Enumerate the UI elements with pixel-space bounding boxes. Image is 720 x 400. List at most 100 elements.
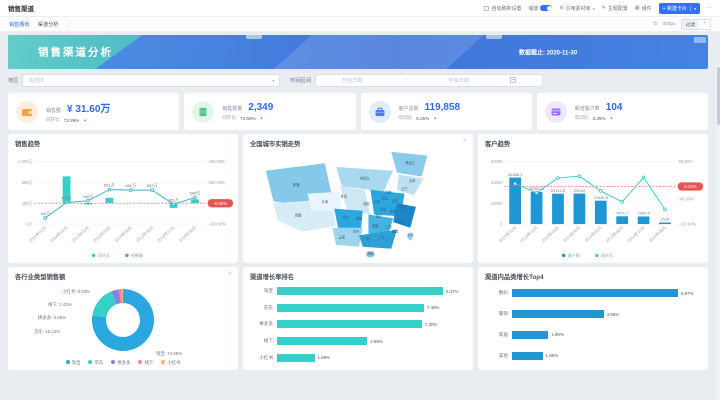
hbar-value: 8.37%	[446, 289, 458, 294]
hbar-row[interactable]: 数码 8.97%	[486, 289, 698, 297]
china-map-card: 全国城市实销走势 ✎ 新疆西藏青海甘肃内蒙古黑龙江吉林辽宁北京河北山西山东河南陕…	[243, 134, 473, 263]
refresh-icon[interactable]: ↻	[653, 22, 657, 27]
legend-item[interactable]: 京东	[88, 360, 103, 366]
svg-text:内蒙古: 内蒙古	[360, 175, 370, 180]
hbar-value: 7.30%	[425, 322, 437, 327]
hbar-row[interactable]: 淘宝 8.37%	[251, 287, 463, 295]
hbar-row[interactable]: 美妆 1.65%	[486, 352, 698, 360]
tab-more-icon[interactable]: ⋮	[67, 21, 72, 27]
tab-sales-board[interactable]: 销售看板	[9, 21, 30, 28]
date-start-placeholder: 开始日期	[342, 77, 363, 84]
svg-text:40000: 40000	[491, 180, 503, 185]
hbar-row[interactable]: 服饰 4.95%	[486, 310, 698, 318]
svg-text:河北: 河北	[381, 195, 388, 200]
hbar-row[interactable]: 京东 7.40%	[251, 304, 463, 312]
banner-stripe-shape	[274, 35, 484, 69]
legend-item[interactable]: 小红书	[161, 360, 180, 366]
topbar-actions: 自动刷新设置 缩放 ⊞ 引用素材库 ▾ ✎ 主题配置 ▦ 组件 + 新建卡片 ▾…	[484, 3, 712, 14]
svg-text:甘肃: 甘肃	[341, 193, 348, 198]
hbar-row[interactable]: 小红书 1.89%	[251, 354, 463, 362]
svg-text:44566.1: 44566.1	[508, 172, 523, 177]
trend-up-icon: ▲	[260, 116, 264, 120]
more-button[interactable]: ⋯	[707, 5, 712, 11]
library-label: 引用素材库	[566, 5, 591, 12]
vertical-scrollbar[interactable]	[716, 65, 720, 400]
legend-item[interactable]: 拼多多	[111, 360, 130, 366]
svg-text:2014年04月: 2014年04月	[91, 224, 111, 243]
growth-rank-chart[interactable]: 淘宝 8.37% 京东 7.40% 拼多多 7.30% 线下 4.55% 小红书…	[251, 283, 463, 366]
kpi-card-sales-amount: 销售额¥ 31.60万 同环比72.39%▲	[8, 93, 179, 130]
theme-label: 主题配置	[608, 5, 628, 12]
hbar-bar	[277, 304, 424, 312]
hbar-row[interactable]: 家居 1.96%	[486, 331, 698, 339]
svg-text:2014年04月: 2014年04月	[561, 224, 581, 243]
auto-refresh-checkbox[interactable]: 自动刷新设置	[484, 5, 521, 12]
china-map-chart[interactable]: 新疆西藏青海甘肃内蒙古黑龙江吉林辽宁北京河北山西山东河南陕西四川重庆湖北安徽江苏…	[245, 148, 471, 262]
sales-trend-card: 销售趋势 1,200万800万400万0万400.00%200.00%-200.…	[8, 134, 238, 263]
industry-donut-card: 各行业类型销售额 ✎ 淘宝: 74.65%小红书: 0.83%线下: 1.43%…	[8, 267, 238, 370]
banner-notch	[246, 35, 262, 39]
pencil-icon[interactable]: ✎	[463, 138, 467, 144]
svg-text:80.00%: 80.00%	[679, 159, 693, 164]
grid-icon: ⊞	[559, 5, 563, 11]
hbar-bar	[277, 354, 315, 362]
industry-donut-chart[interactable]: 淘宝: 74.65%小红书: 0.83%线下: 1.43%拼多多: 3.55%京…	[8, 279, 238, 370]
hbar-value: 1.65%	[546, 353, 558, 358]
checkbox-icon[interactable]	[484, 6, 489, 11]
svg-text:0: 0	[500, 222, 503, 227]
library-menu[interactable]: ⊞ 引用素材库 ▾	[559, 5, 594, 12]
pie-slice-label: 淘宝: 74.65%	[156, 351, 182, 357]
create-card-button[interactable]: + 新建卡片 ▾	[659, 3, 700, 14]
svg-text:-40.00%: -40.00%	[679, 197, 695, 202]
zoom-toggle-group: 缩放	[528, 5, 552, 12]
svg-text:西藏: 西藏	[295, 212, 302, 217]
tabbar: 销售看板 渠道分析 ⋮ ↻ 300px 过滤 +	[0, 17, 720, 32]
legend-item[interactable]: 线下	[138, 360, 153, 366]
kpi-label: 销售数量	[222, 105, 242, 112]
region-select[interactable]: 请选择 ▾	[22, 74, 280, 87]
svg-text:400万: 400万	[22, 201, 33, 206]
scrollbar-thumb[interactable]	[717, 67, 720, 125]
theme-button[interactable]: ✎ 主题配置	[602, 5, 628, 12]
filter-button[interactable]: 过滤	[682, 20, 700, 29]
svg-text:2014年05月: 2014年05月	[583, 224, 603, 243]
chart-title: 全国城市实销走势	[243, 134, 473, 149]
hbar-category: 京东	[251, 305, 273, 311]
svg-text:山西: 山西	[374, 199, 381, 204]
hbar-row[interactable]: 拼多多 7.30%	[251, 320, 463, 328]
dashboard-content: 销售渠道分析 数据截止: 2020-11-30 地区 请选择 ▾ 时间区间 开始…	[0, 32, 720, 400]
chevron-down-icon[interactable]: ▾	[690, 6, 696, 11]
top4-chart[interactable]: 数码 8.97% 服饰 4.95% 家居 1.96% 美妆 1.65%	[486, 283, 698, 366]
svg-text:7471.7: 7471.7	[616, 211, 629, 216]
hbar-row[interactable]: 线下 4.55%	[251, 337, 463, 345]
legend-item[interactable]: 淘宝	[66, 360, 81, 366]
briefcase-icon	[369, 101, 391, 123]
zoom-toggle[interactable]	[540, 5, 552, 12]
date-range-picker[interactable]: 开始日期 ~ 结束日期	[315, 74, 543, 87]
hbar-value: 4.95%	[607, 312, 619, 317]
donut-ring[interactable]	[92, 289, 154, 351]
component-button[interactable]: ▦ 组件	[635, 5, 652, 12]
svg-text:652万: 652万	[147, 183, 158, 188]
dashboard-title: 销售渠道分析	[38, 45, 113, 60]
svg-text:29113.5: 29113.5	[551, 188, 566, 193]
hbar-bar	[277, 320, 422, 328]
svg-text:1,200万: 1,200万	[18, 159, 32, 164]
app-title: 销售渠道	[8, 3, 34, 13]
svg-text:-200.00%: -200.00%	[209, 222, 227, 227]
pencil-icon[interactable]: ✎	[228, 271, 232, 277]
hbar-value: 1.96%	[551, 332, 563, 337]
kpi-row: 销售额¥ 31.60万 同环比72.39%▲ 销售数量2,349 同环比72.5…	[8, 93, 708, 130]
tab-channel-analysis[interactable]: 渠道分析	[38, 21, 59, 28]
svg-text:508万: 508万	[190, 191, 201, 196]
svg-text:400.00%: 400.00%	[209, 159, 226, 164]
component-label: 组件	[642, 5, 652, 12]
svg-text:山东: 山东	[392, 198, 399, 203]
hbar-category: 线下	[251, 338, 273, 344]
china-map-svg: 新疆西藏青海甘肃内蒙古黑龙江吉林辽宁北京河北山西山东河南陕西四川重庆湖北安徽江苏…	[245, 148, 471, 262]
sales-trend-chart[interactable]: 1,200万800万400万0万400.00%200.00%-200.00%11…	[10, 148, 236, 262]
add-view-button[interactable]: +	[699, 20, 710, 29]
customer-trend-chart[interactable]: 600004000020000080.00%-40.00%-120.00%445…	[480, 148, 706, 262]
chart-title: 渠道增长率排名	[243, 267, 473, 282]
chart-title: 渠道内品类增长Top4	[478, 267, 708, 282]
